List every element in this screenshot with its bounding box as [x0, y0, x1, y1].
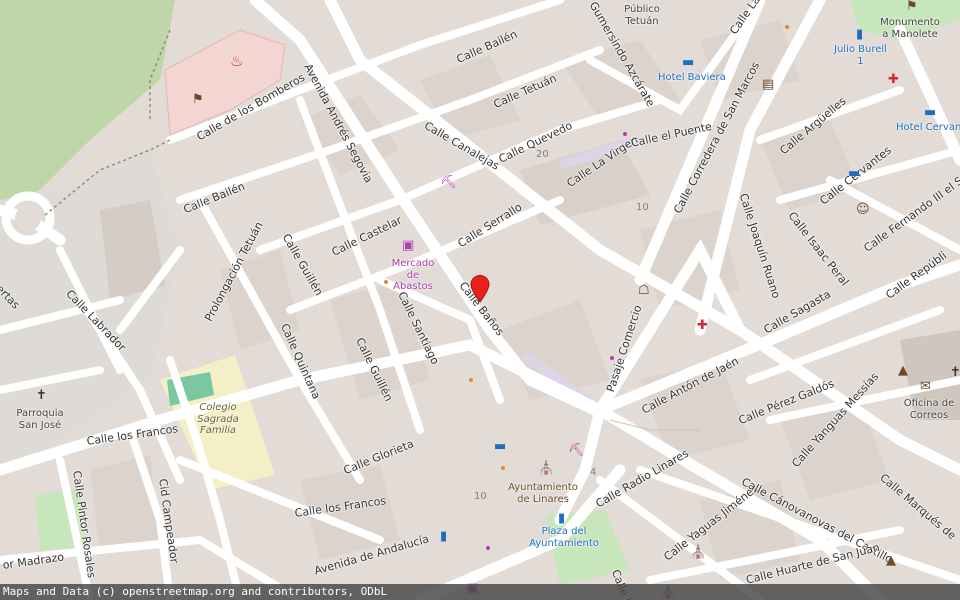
- bed-icon[interactable]: ▬: [848, 167, 860, 180]
- pharmacy-icon[interactable]: ✚: [697, 319, 708, 332]
- pharmacy-icon[interactable]: ✚: [888, 73, 899, 86]
- poi-monumento-manolete[interactable]: Monumento a Manolete: [880, 17, 940, 40]
- house-number: 10: [636, 202, 649, 213]
- bus-stop-icon[interactable]: ▮: [440, 530, 447, 543]
- library-icon[interactable]: ▤: [762, 78, 774, 91]
- house-number: 20: [536, 149, 549, 160]
- shopping-cart-icon[interactable]: ⛏: [568, 444, 585, 457]
- poi-hotel-cervantes[interactable]: Hotel Cervant: [896, 122, 960, 134]
- post-office-icon[interactable]: ✉: [920, 380, 931, 393]
- shopping-cart-icon[interactable]: ⛏: [440, 176, 457, 189]
- poi-publico-tetuan: Público Tetuán: [624, 4, 660, 27]
- poi-mercado-abastos[interactable]: Mercado de Abastos: [386, 258, 440, 293]
- bus-stop-icon[interactable]: ▮: [856, 28, 863, 41]
- poi-julio-burell[interactable]: Julio Burell 1: [834, 44, 887, 67]
- memorial-icon[interactable]: ▲: [898, 364, 908, 377]
- bus-stop-icon[interactable]: ▮: [558, 512, 565, 525]
- map-canvas[interactable]: Calle Bailén Calle Bailén Calle de los B…: [0, 0, 960, 600]
- market-icon[interactable]: ▣: [402, 239, 414, 252]
- townhall-icon[interactable]: ⛪: [538, 462, 554, 475]
- poi-ayuntamiento-linares[interactable]: Ayuntamiento de Linares: [508, 482, 578, 505]
- cross-icon[interactable]: ✝: [950, 366, 960, 379]
- bed-icon[interactable]: ▬: [494, 440, 506, 453]
- fire-station-icon[interactable]: ♨: [230, 54, 243, 69]
- map-attribution[interactable]: Maps and Data (c) openstreetmap.org and …: [0, 584, 960, 600]
- bed-icon[interactable]: ▬: [682, 56, 694, 69]
- poi-julio-burell-name: Julio Burell: [834, 44, 887, 55]
- poi-oficina-correos[interactable]: Oficina de Correos: [900, 398, 958, 421]
- theatre-icon[interactable]: ☺: [856, 203, 870, 216]
- poi-plaza-ayuntamiento[interactable]: Plaza del Ayuntamiento: [528, 526, 600, 549]
- tower-icon[interactable]: ⚑: [192, 93, 204, 106]
- poi-colegio-sagrada-familia[interactable]: Colegio Sagrada Familia: [196, 402, 240, 437]
- poi-parroquia-san-jose[interactable]: Parroquia San José: [12, 408, 68, 431]
- house-number: 10: [474, 491, 487, 502]
- poi-julio-burell-ref: 1: [857, 55, 864, 67]
- monument-icon[interactable]: ⚑: [906, 0, 918, 13]
- cross-icon[interactable]: ✝: [36, 389, 47, 402]
- bed-icon[interactable]: ▬: [924, 106, 936, 119]
- fountain-icon[interactable]: ☖: [638, 284, 650, 297]
- townhall-icon[interactable]: ⛪: [690, 546, 706, 559]
- poi-hotel-baviera[interactable]: Hotel Baviera: [658, 72, 726, 84]
- house-number: 4: [590, 467, 597, 478]
- memorial-icon[interactable]: ▲: [886, 554, 896, 567]
